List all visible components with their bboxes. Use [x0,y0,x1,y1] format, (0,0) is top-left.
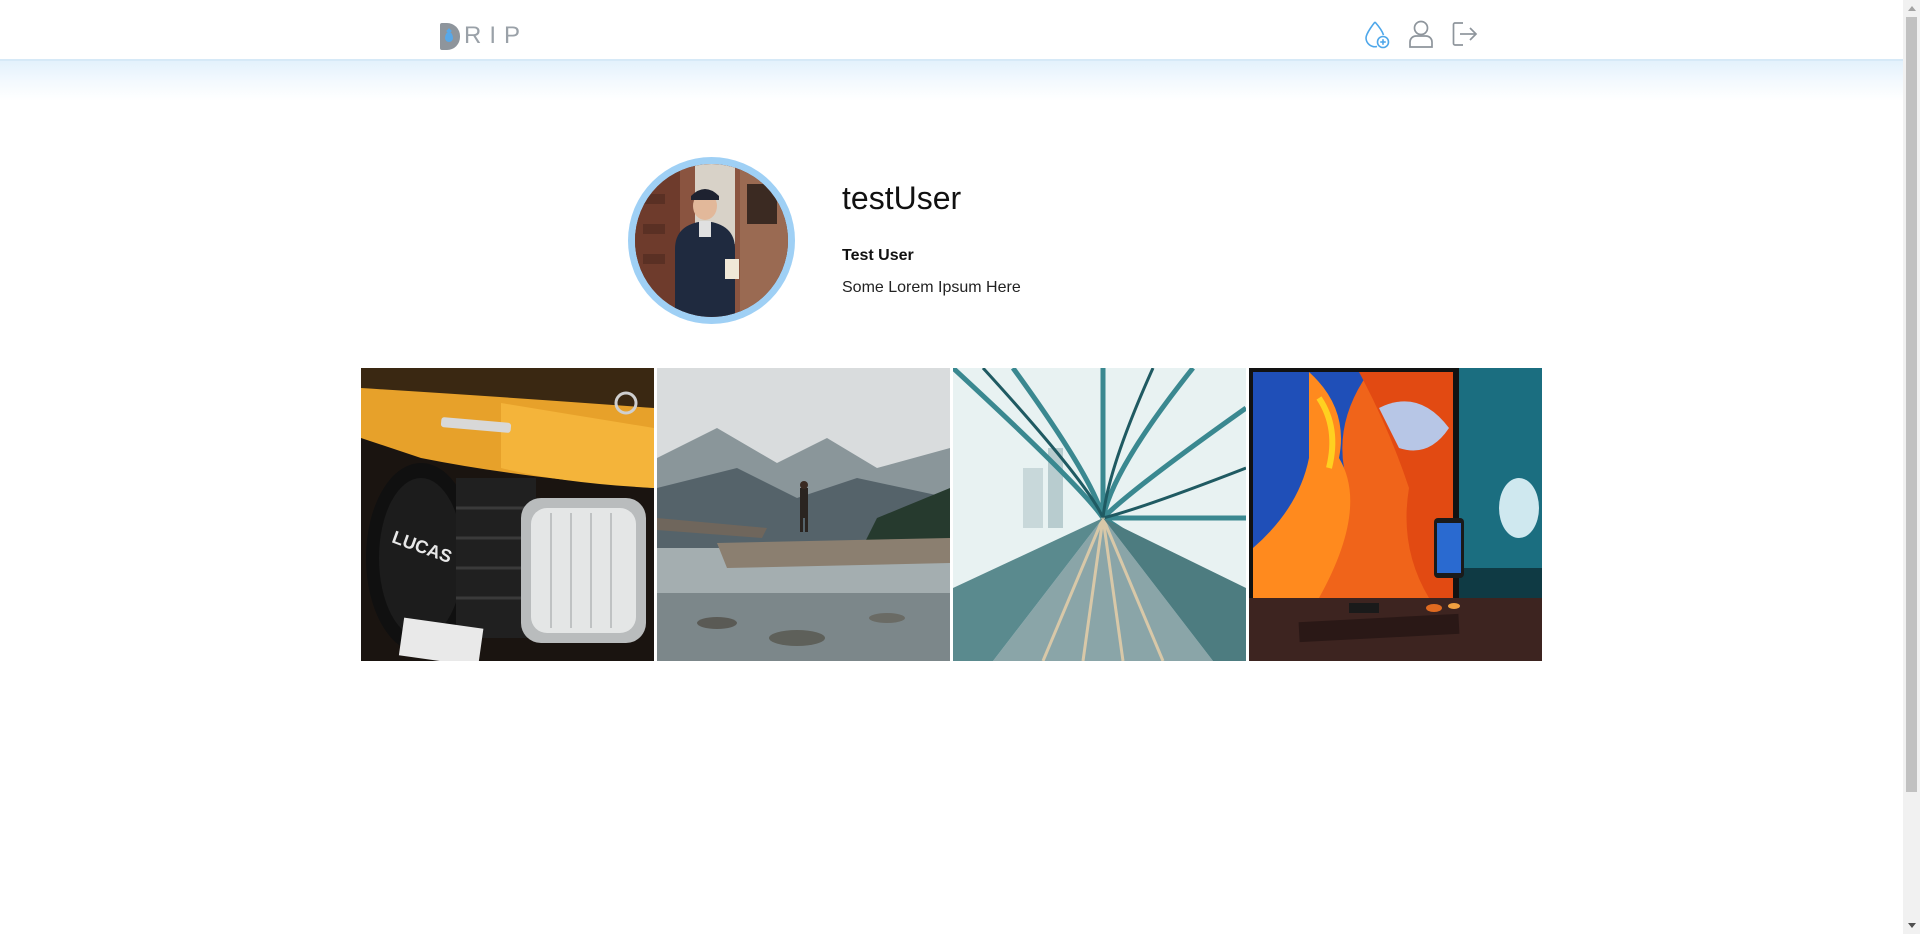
header-shadow [0,61,1903,101]
scroll-up-arrow-icon[interactable] [1903,0,1920,17]
nav-actions [1362,18,1480,50]
profile-full-name: Test User [842,247,914,264]
logout-icon [1452,22,1478,46]
photo-speed-tunnel [953,368,1246,661]
logo-d-mark [440,22,460,50]
vertical-scrollbar[interactable] [1903,0,1920,934]
logo-text: RIP [464,22,529,49]
avatar-ring [628,157,795,324]
scrollbar-thumb[interactable] [1906,17,1917,792]
photo-car-headlight: LUCAS [361,368,654,661]
avatar-image [635,164,788,317]
drop-plus-icon [1365,21,1390,49]
photo-card[interactable] [1249,368,1542,661]
scroll-down-arrow-icon[interactable] [1903,917,1920,934]
photo-card[interactable] [657,368,950,661]
profile-bio: Some Lorem Ipsum Here [842,279,1021,296]
profile-username: testUser [842,180,962,216]
photo-lake-log [657,368,950,661]
page: RIP testUser Test User Some Lorem Ipsum … [0,0,1920,934]
drip-logo[interactable]: RIP [440,22,528,50]
logout-button[interactable] [1450,18,1480,50]
new-drip-button[interactable] [1362,18,1392,50]
top-nav: RIP [0,0,1903,61]
profile-button[interactable] [1406,18,1436,50]
photo-grid: LUCAS [361,368,1542,661]
photo-card[interactable]: LUCAS [361,368,654,661]
photo-desk-monitor [1249,368,1542,661]
photo-card[interactable] [953,368,1246,661]
avatar[interactable] [635,164,788,317]
water-drop-icon [445,31,453,42]
user-icon [1409,20,1433,48]
